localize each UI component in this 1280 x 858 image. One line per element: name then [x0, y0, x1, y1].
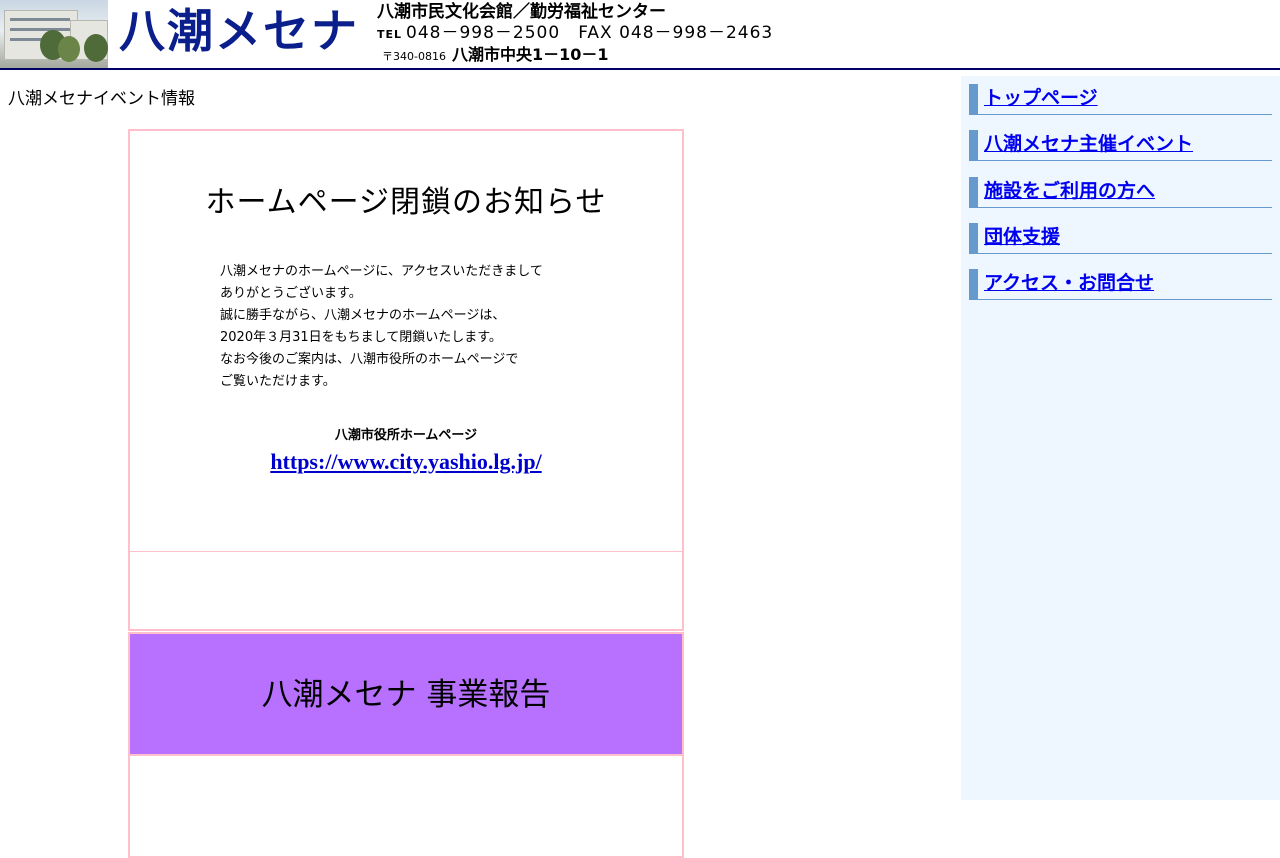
building-photo	[0, 0, 108, 68]
closure-notice: ホームページ閉鎖のお知らせ 八潮メセナのホームページに、アクセスいただきまして …	[128, 129, 684, 553]
notice-line: 誠に勝手ながら、八潮メセナのホームページは、	[220, 308, 506, 323]
sidebar-link-top[interactable]: トップページ	[984, 85, 1098, 111]
sidebar-nav: トップページ 八潮メセナ主催イベント 施設をご利用の方へ 団体支援 アクセス・お…	[961, 76, 1280, 800]
site-logo[interactable]: 八潮メセナ	[119, 1, 359, 61]
business-report-banner[interactable]: 八潮メセナ 事業報告	[128, 632, 684, 756]
notice-line: 八潮メセナのホームページに、アクセスいただきまして	[220, 264, 543, 279]
bottom-cell	[128, 756, 684, 858]
content-table: ホームページ閉鎖のお知らせ 八潮メセナのホームページに、アクセスいただきまして …	[128, 129, 684, 858]
sidebar-item-events[interactable]: 八潮メセナ主催イベント	[969, 130, 1272, 161]
organization-name: 八潮市民文化会館／勤労福祉センター	[377, 2, 666, 22]
notice-line: ありがとうございます。	[220, 286, 362, 301]
notice-title: ホームページ閉鎖のお知らせ	[205, 185, 607, 220]
notice-line: なお今後のご案内は、八潮市役所のホームページで	[220, 352, 519, 367]
notice-body: 八潮メセナのホームページに、アクセスいただきまして ありがとうございます。 誠に…	[220, 261, 543, 393]
page-title: 八潮メセナイベント情報	[8, 89, 195, 109]
sidebar-item-facilities[interactable]: 施設をご利用の方へ	[969, 177, 1272, 208]
postal-code: 〒340-0816	[382, 50, 446, 63]
sidebar-link-access[interactable]: アクセス・お問合せ	[984, 270, 1154, 296]
empty-cell	[128, 552, 684, 631]
report-title: 八潮メセナ 事業報告	[261, 677, 551, 713]
sidebar-item-top[interactable]: トップページ	[969, 84, 1272, 115]
notice-line: ご覧いただけます。	[220, 374, 336, 389]
sidebar-item-groups[interactable]: 団体支援	[969, 223, 1272, 254]
sidebar-link-facilities[interactable]: 施設をご利用の方へ	[984, 178, 1155, 204]
city-hall-label: 八潮市役所ホームページ	[334, 428, 478, 443]
notice-line: 2020年３月31日をもちまして閉鎖いたします。	[220, 330, 502, 345]
street-address: 八潮市中央1－10－1	[451, 45, 609, 64]
sidebar-item-access[interactable]: アクセス・お問合せ	[969, 269, 1272, 300]
contact-info: TEL 048－998－2500 FAX 048－998－2463	[377, 23, 773, 45]
phone-fax: 048－998－2500 FAX 048－998－2463	[406, 23, 774, 43]
city-hall-link[interactable]: https://www.city.yashio.lg.jp/	[130, 447, 682, 477]
sidebar-link-events[interactable]: 八潮メセナ主催イベント	[984, 131, 1193, 157]
site-header: 八潮メセナ 八潮市民文化会館／勤労福祉センター TEL 048－998－2500 …	[0, 0, 1280, 70]
tel-label: TEL	[377, 28, 403, 41]
address-info: 〒340-0816 八潮市中央1－10－1	[382, 45, 609, 67]
sidebar-link-groups[interactable]: 団体支援	[984, 224, 1060, 250]
